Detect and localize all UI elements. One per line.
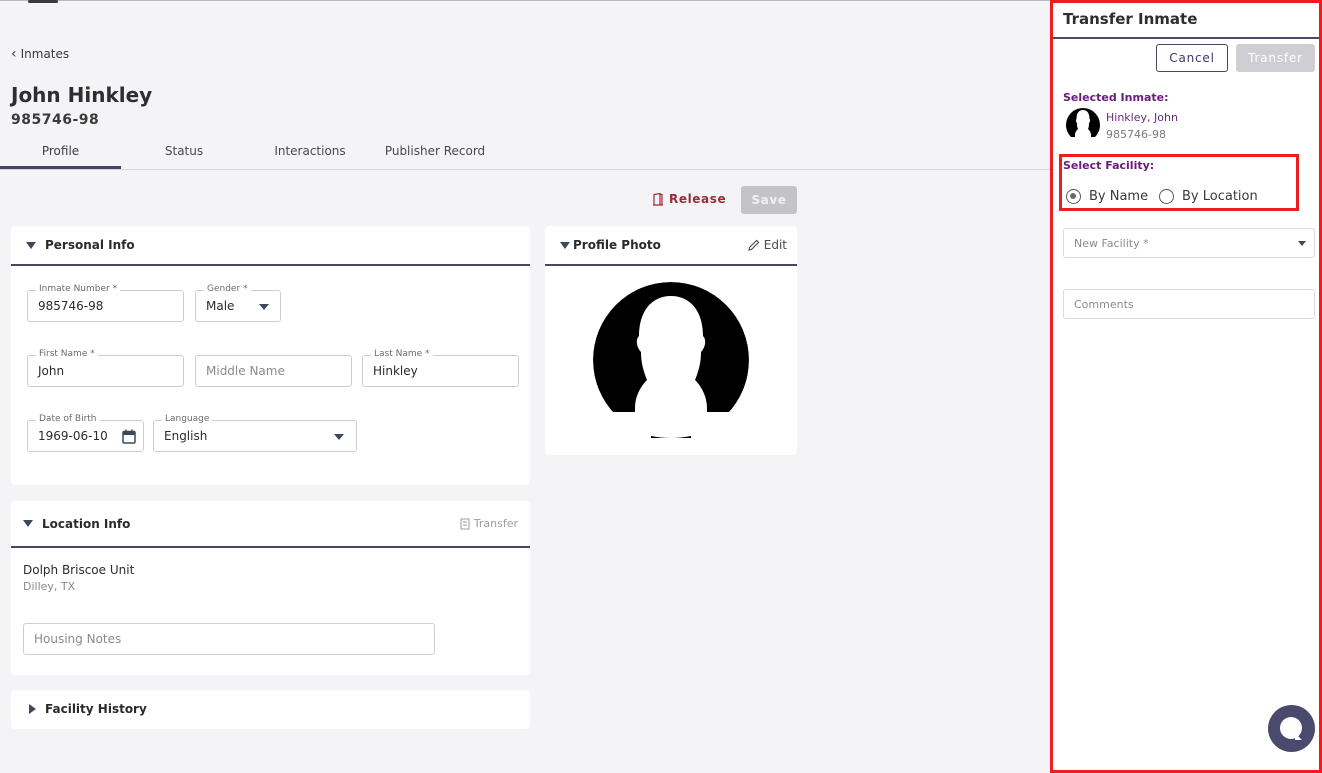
- save-button[interactable]: Save: [741, 186, 797, 214]
- by-name-label: By Name: [1089, 189, 1149, 204]
- transfer-inmate-drawer: Transfer Inmate Cancel Transfer Selected…: [1050, 0, 1322, 773]
- door-icon: [653, 192, 663, 206]
- location-transfer-label: Transfer: [473, 517, 518, 530]
- inmate-avatar: [1065, 108, 1101, 143]
- tab-status[interactable]: Status: [124, 144, 244, 158]
- inmate-number-heading: 985746-98: [11, 112, 100, 128]
- dropdown-arrow-icon: [1298, 241, 1306, 246]
- profile-photo-header[interactable]: Profile Photo Edit: [545, 226, 797, 266]
- last-name-label: Last Name *: [371, 349, 433, 359]
- selected-inmate-name: Hinkley, John: [1106, 111, 1178, 124]
- select-facility-group: Select Facility: By Name By Location: [1059, 154, 1299, 211]
- chat-bubble-tail: [1295, 733, 1302, 740]
- first-name-label: First Name *: [36, 349, 98, 359]
- by-location-radio-option[interactable]: By Location: [1159, 189, 1258, 204]
- first-name-value: John: [38, 364, 65, 378]
- language-select[interactable]: Language English: [153, 414, 357, 452]
- last-name-field[interactable]: Last Name * Hinkley: [362, 349, 519, 387]
- tab-interactions[interactable]: Interactions: [250, 144, 370, 158]
- personal-info-header[interactable]: Personal Info: [11, 226, 530, 266]
- new-facility-placeholder: New Facility *: [1074, 237, 1149, 250]
- inmate-number-field[interactable]: Inmate Number * 985746-98: [27, 284, 184, 322]
- back-to-inmates-link[interactable]: ‹ Inmates: [11, 47, 69, 61]
- last-name-value: Hinkley: [373, 364, 418, 378]
- gender-label: Gender *: [204, 284, 251, 294]
- caret-down-icon: [26, 242, 36, 249]
- location-info-card: Location Info Transfer Dolph Briscoe Uni…: [11, 501, 530, 675]
- middle-name-field[interactable]: Middle Name: [195, 355, 352, 387]
- transfer-icon: [460, 518, 470, 529]
- release-label: Release: [669, 192, 727, 206]
- transfer-button[interactable]: Transfer: [1236, 44, 1315, 72]
- new-facility-select[interactable]: New Facility *: [1063, 228, 1315, 258]
- facility-city: Dilley, TX: [23, 580, 76, 593]
- by-location-label: By Location: [1182, 189, 1258, 204]
- profile-silhouette-image: [591, 282, 751, 442]
- gender-select[interactable]: Gender * Male: [195, 284, 281, 322]
- selected-inmate-label: Selected Inmate:: [1063, 91, 1169, 104]
- selected-inmate-number: 985746-98: [1106, 128, 1166, 141]
- inmate-number-label: Inmate Number *: [36, 284, 121, 294]
- caret-down-icon: [560, 242, 570, 249]
- drawer-header-divider: [1053, 37, 1319, 39]
- facility-history-title: Facility History: [45, 702, 147, 716]
- first-name-field[interactable]: First Name * John: [27, 349, 184, 387]
- location-info-header[interactable]: Location Info Transfer: [11, 501, 530, 548]
- back-link-label: Inmates: [20, 47, 70, 61]
- edit-photo-button[interactable]: Edit: [748, 238, 787, 252]
- by-name-radio-option[interactable]: By Name: [1066, 189, 1148, 204]
- pencil-icon: [748, 239, 760, 251]
- dropdown-arrow-icon: [259, 304, 269, 310]
- page-title: John Hinkley: [11, 83, 153, 107]
- by-location-radio[interactable]: [1159, 189, 1174, 204]
- location-transfer-button[interactable]: Transfer: [460, 517, 518, 530]
- middle-name-placeholder: Middle Name: [206, 364, 285, 378]
- tab-profile[interactable]: Profile: [0, 144, 121, 158]
- menu-icon[interactable]: [28, 0, 58, 3]
- profile-photo-title: Profile Photo: [573, 238, 661, 252]
- housing-notes-field[interactable]: Housing Notes: [23, 623, 435, 655]
- profile-tabs: Profile Status Interactions Publisher Re…: [0, 131, 1050, 170]
- comments-placeholder: Comments: [1074, 298, 1134, 311]
- caret-right-icon: [29, 704, 36, 714]
- language-label: Language: [162, 414, 213, 424]
- tab-publisher-record[interactable]: Publisher Record: [375, 144, 495, 158]
- inmate-profile-page: ‹ Inmates John Hinkley 985746-98 Profile…: [0, 0, 1050, 773]
- dob-label: Date of Birth: [36, 414, 100, 424]
- facility-history-card[interactable]: Facility History: [11, 690, 530, 729]
- by-name-radio[interactable]: [1066, 189, 1081, 204]
- comments-field[interactable]: Comments: [1063, 289, 1315, 319]
- edit-label: Edit: [763, 238, 787, 252]
- dob-value: 1969-06-10: [38, 429, 108, 443]
- date-of-birth-field[interactable]: Date of Birth 1969-06-10: [27, 414, 144, 452]
- profile-photo-card: Profile Photo Edit: [545, 226, 797, 455]
- select-facility-label: Select Facility:: [1063, 159, 1155, 172]
- top-divider: [0, 0, 1050, 1]
- facility-name: Dolph Briscoe Unit: [23, 563, 135, 577]
- release-button[interactable]: Release: [652, 192, 726, 206]
- housing-notes-placeholder: Housing Notes: [34, 632, 122, 646]
- dropdown-arrow-icon: [334, 434, 344, 440]
- personal-info-title: Personal Info: [45, 238, 135, 252]
- gender-value: Male: [206, 299, 235, 313]
- active-tab-indicator: [0, 166, 121, 169]
- drawer-title: Transfer Inmate: [1063, 10, 1198, 28]
- cancel-button[interactable]: Cancel: [1156, 44, 1228, 72]
- personal-info-card: Personal Info Inmate Number * 985746-98 …: [11, 226, 530, 485]
- inmate-number-value: 985746-98: [38, 299, 104, 313]
- language-value: English: [164, 429, 208, 443]
- chevron-left-icon: ‹: [11, 46, 17, 62]
- location-info-title: Location Info: [42, 517, 131, 531]
- caret-down-icon: [23, 520, 33, 527]
- calendar-icon[interactable]: [122, 429, 136, 444]
- chat-button[interactable]: [1268, 705, 1315, 752]
